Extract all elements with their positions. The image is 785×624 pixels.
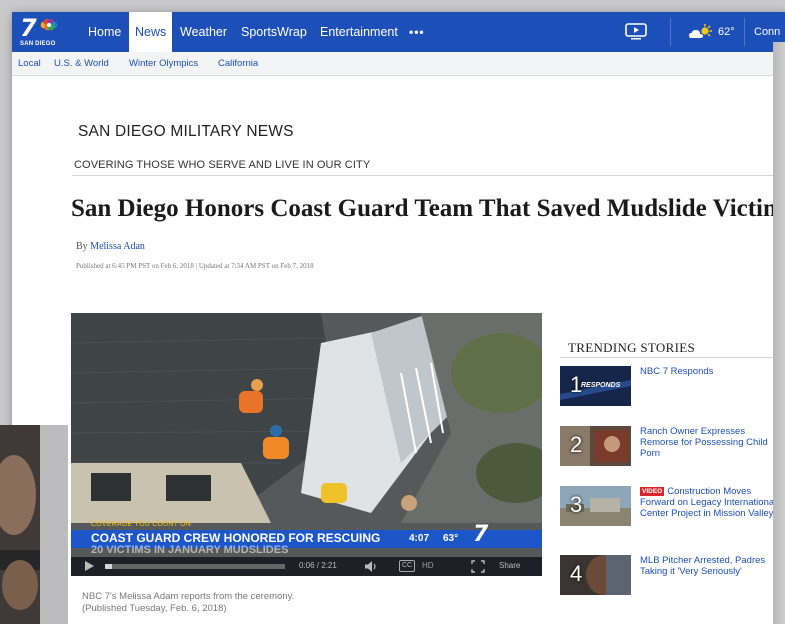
- lower-third-headline-2: 20 VICTIMS IN JANUARY MUDSLIDES: [91, 544, 289, 556]
- share-button[interactable]: Share: [499, 561, 520, 570]
- fullscreen-icon[interactable]: [471, 560, 485, 573]
- article-headline: San Diego Honors Coast Guard Team That S…: [71, 195, 785, 222]
- volume-icon[interactable]: [364, 560, 378, 573]
- lower-third-temp: 63°: [443, 533, 459, 544]
- video-lower-third: COVERAGE YOU COUNT ON COAST GUARD CREW H…: [71, 521, 542, 556]
- lower-third-clock: 4:07: [409, 533, 430, 544]
- trending-item[interactable]: 3 VIDEO Construction Moves Forward on Leg…: [560, 486, 785, 536]
- section-subtitle: COVERING THOSE WHO SERVE AND LIVE IN OUR…: [74, 159, 371, 171]
- peacock-icon: [40, 18, 58, 31]
- trending-headline[interactable]: VIDEO Construction Moves Forward on Legac…: [640, 486, 780, 519]
- trending-item[interactable]: 4 MLB Pitcher Arrested, Padres Taking it…: [560, 555, 785, 605]
- overlay-photo: [0, 425, 68, 624]
- video-badge: VIDEO: [640, 487, 665, 496]
- thumb-label: RESPONDS: [581, 382, 621, 389]
- trending-title: TRENDING STORIES: [568, 340, 695, 355]
- nav-sportswrap[interactable]: SportsWrap: [241, 12, 307, 52]
- video-progress-fill: [105, 564, 113, 569]
- sub-navigation: Local U.S. & World Winter Olympics Calif…: [12, 52, 785, 76]
- nbc7-logo[interactable]: 7 SAN DIEGO: [20, 16, 60, 50]
- lower-third-headline: COAST GUARD CREW HONORED FOR RESCUING: [91, 531, 381, 545]
- top-navigation: 7 SAN DIEGO Home News Weather SportsWrap…: [12, 12, 785, 52]
- play-icon[interactable]: [85, 561, 94, 571]
- hd-toggle[interactable]: HD: [422, 561, 434, 570]
- trending-headline[interactable]: MLB Pitcher Arrested, Padres Taking it '…: [640, 555, 780, 577]
- trending-headline[interactable]: NBC 7 Responds: [640, 366, 780, 377]
- trending-headline[interactable]: Ranch Owner Expresses Remorse for Posses…: [640, 426, 780, 459]
- trending-thumbnail[interactable]: 2: [560, 426, 631, 466]
- video-player[interactable]: COVERAGE YOU COUNT ON COAST GUARD CREW H…: [71, 313, 542, 576]
- trending-number: 2: [570, 432, 583, 457]
- caption-line-1: NBC 7's Melissa Adam reports from the ce…: [82, 591, 295, 602]
- byline: By Melissa Adan: [76, 241, 145, 252]
- section-title[interactable]: SAN DIEGO MILITARY NEWS: [78, 123, 294, 141]
- video-controls: 0:06 / 2:21 CC HD Share: [71, 557, 542, 576]
- trending-item[interactable]: 1 RESPONDS NBC 7 Responds: [560, 366, 785, 416]
- video-caption: NBC 7's Melissa Adam reports from the ce…: [82, 591, 294, 615]
- divider: [72, 175, 785, 176]
- video-time: 0:06 / 2:21: [299, 561, 337, 570]
- nav-divider: [670, 18, 671, 46]
- nav-home[interactable]: Home: [88, 12, 121, 52]
- browser-page: 7 SAN DIEGO Home News Weather SportsWrap…: [12, 12, 785, 624]
- nav-divider: [744, 18, 745, 46]
- trending-thumbnail[interactable]: 3: [560, 486, 631, 526]
- blurred-person-photo: [0, 425, 68, 624]
- divider: [560, 357, 785, 358]
- nav-weather[interactable]: Weather: [180, 12, 227, 52]
- subnav-winter-olympics[interactable]: Winter Olympics: [129, 52, 198, 76]
- page-edge-shadow: [773, 42, 785, 624]
- author-link[interactable]: Melissa Adan: [90, 241, 145, 252]
- lower-third-kicker: COVERAGE YOU COUNT ON: [91, 521, 192, 528]
- nav-more-button[interactable]: •••: [409, 12, 425, 52]
- lower-third-logo: 7: [473, 522, 489, 547]
- subnav-california[interactable]: California: [218, 52, 258, 76]
- video-progress-bar[interactable]: [105, 564, 285, 569]
- subnav-local[interactable]: Local: [18, 52, 41, 76]
- tv-play-icon[interactable]: [625, 23, 647, 40]
- trending-number: 4: [570, 561, 583, 586]
- published-date: Published at 6:45 PM PST on Feb 6, 2018 …: [76, 262, 314, 270]
- logo-number: 7: [20, 14, 37, 42]
- trending-item[interactable]: 2 Ranch Owner Expresses Remorse for Poss…: [560, 426, 785, 476]
- caption-line-2: (Published Tuesday, Feb. 6, 2018): [82, 603, 227, 614]
- trending-thumbnail[interactable]: 4: [560, 555, 631, 595]
- partly-sunny-icon[interactable]: [688, 23, 714, 41]
- trending-thumbnail[interactable]: 1 RESPONDS: [560, 366, 631, 406]
- weather-temperature[interactable]: 62°: [718, 12, 735, 52]
- closed-captions-button[interactable]: CC: [399, 560, 415, 572]
- subnav-us-world[interactable]: U.S. & World: [54, 52, 109, 76]
- trending-number: 3: [570, 492, 583, 517]
- byline-prefix: By: [76, 241, 88, 252]
- nav-news[interactable]: News: [129, 12, 173, 52]
- nav-entertainment[interactable]: Entertainment: [320, 12, 398, 52]
- logo-city: SAN DIEGO: [20, 41, 56, 47]
